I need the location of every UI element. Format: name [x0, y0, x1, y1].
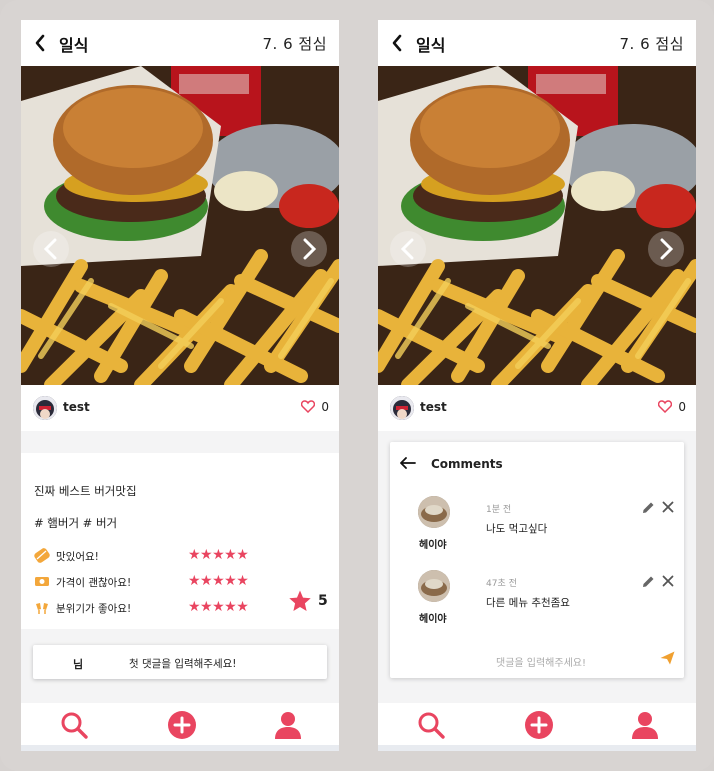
search-icon[interactable] — [416, 710, 446, 740]
add-circle-icon[interactable] — [524, 710, 554, 740]
overall-rating: 5 — [318, 593, 328, 609]
rating-row-taste: 맛있어요! ★★★★★ — [34, 547, 334, 565]
next-image-button[interactable] — [291, 231, 327, 267]
food-photo — [378, 66, 696, 385]
back-arrow-icon[interactable] — [33, 33, 47, 53]
post-detail-screen: 일식 7. 6 점심 test 0 진짜 베스트 버거맛집 # 햄버거 # 버거… — [21, 20, 339, 751]
back-arrow-icon[interactable] — [400, 457, 416, 469]
avatar[interactable] — [418, 496, 450, 528]
comments-title: Comments — [431, 457, 503, 471]
previous-image-button[interactable] — [33, 231, 69, 267]
star-rating: ★★★★★ — [188, 599, 249, 615]
chevron-right-icon — [660, 238, 674, 260]
pencil-icon[interactable] — [642, 575, 655, 588]
post-comments-screen: 일식 7. 6 점심 test 0 Comments 헤이야 1분 전 나도 먹… — [378, 20, 696, 751]
top-bar: 일식 7. 6 점심 — [378, 20, 696, 66]
comment-item: 헤이야 47초 전 다른 메뉴 추천좀요 — [390, 570, 684, 634]
comment-placeholder: 첫 댓글을 입력해주세요! — [129, 658, 237, 670]
search-icon[interactable] — [59, 710, 89, 740]
like-count: 0 — [321, 400, 329, 414]
money-icon — [35, 577, 49, 586]
author-name[interactable]: test — [420, 400, 447, 414]
avatar[interactable] — [390, 396, 414, 420]
bottom-nav — [378, 703, 696, 745]
post-tags: # 햄버거 # 버거 — [34, 516, 118, 530]
star-rating: ★★★★★ — [188, 547, 249, 563]
close-icon[interactable] — [662, 501, 674, 513]
star-rating: ★★★★★ — [188, 573, 249, 589]
avatar[interactable] — [418, 570, 450, 602]
user-icon[interactable] — [630, 710, 660, 740]
author-name[interactable]: test — [63, 400, 90, 414]
burger-fries-image — [21, 66, 339, 385]
post-date-meal: 7. 6 점심 — [619, 35, 684, 53]
burger-icon — [34, 548, 50, 563]
author-bar: test 0 — [21, 385, 339, 431]
user-icon[interactable] — [273, 710, 303, 740]
comment-author: 헤이야 — [419, 540, 447, 551]
send-icon[interactable] — [660, 651, 675, 665]
pencil-icon[interactable] — [642, 501, 655, 514]
burger-fries-image — [378, 66, 696, 385]
rating-label: 가격이 괜찮아요! — [56, 577, 132, 589]
bottom-strip — [21, 745, 339, 751]
post-date-meal: 7. 6 점심 — [262, 35, 327, 53]
previous-image-button[interactable] — [390, 231, 426, 267]
comment-time: 1분 전 — [486, 505, 512, 515]
chevron-right-icon — [303, 238, 317, 260]
next-image-button[interactable] — [648, 231, 684, 267]
comment-author: 헤이야 — [419, 614, 447, 625]
top-bar: 일식 7. 6 점심 — [21, 20, 339, 66]
avatar[interactable] — [33, 396, 57, 420]
comment-text: 나도 먹고싶다 — [486, 523, 548, 535]
comment-item: 헤이야 1분 전 나도 먹고싶다 — [390, 496, 684, 560]
rating-label: 맛있어요! — [56, 551, 99, 563]
comment-text: 다른 메뉴 추천좀요 — [486, 597, 570, 609]
page-title: 일식 — [59, 36, 89, 55]
chevron-left-icon — [400, 238, 414, 260]
add-circle-icon[interactable] — [167, 710, 197, 740]
heart-icon[interactable] — [658, 400, 672, 413]
author-bar: test 0 — [378, 385, 696, 431]
like-count: 0 — [678, 400, 686, 414]
post-description: 진짜 베스트 버거맛집 — [34, 484, 137, 498]
page-title: 일식 — [416, 36, 446, 55]
heart-icon[interactable] — [301, 400, 315, 413]
rating-label: 분위기가 좋아요! — [56, 603, 132, 615]
food-photo — [21, 66, 339, 385]
comment-input[interactable]: 댓글을 입력해주세요! — [496, 654, 586, 669]
bottom-nav — [21, 703, 339, 745]
star-icon — [289, 590, 311, 611]
cheers-icon — [36, 603, 48, 614]
post-content: 진짜 베스트 버거맛집 # 햄버거 # 버거 맛있어요! ★★★★★ 가격이 괜… — [21, 453, 339, 629]
comment-input[interactable]: 님 첫 댓글을 입력해주세요! — [33, 645, 327, 679]
commenter-name: 님 — [73, 658, 84, 671]
chevron-left-icon — [43, 238, 57, 260]
bottom-strip — [378, 745, 696, 751]
comments-panel: Comments 헤이야 1분 전 나도 먹고싶다 헤이야 47초 전 다른 메… — [390, 442, 684, 678]
close-icon[interactable] — [662, 575, 674, 587]
comment-time: 47초 전 — [486, 579, 517, 589]
back-arrow-icon[interactable] — [390, 33, 404, 53]
